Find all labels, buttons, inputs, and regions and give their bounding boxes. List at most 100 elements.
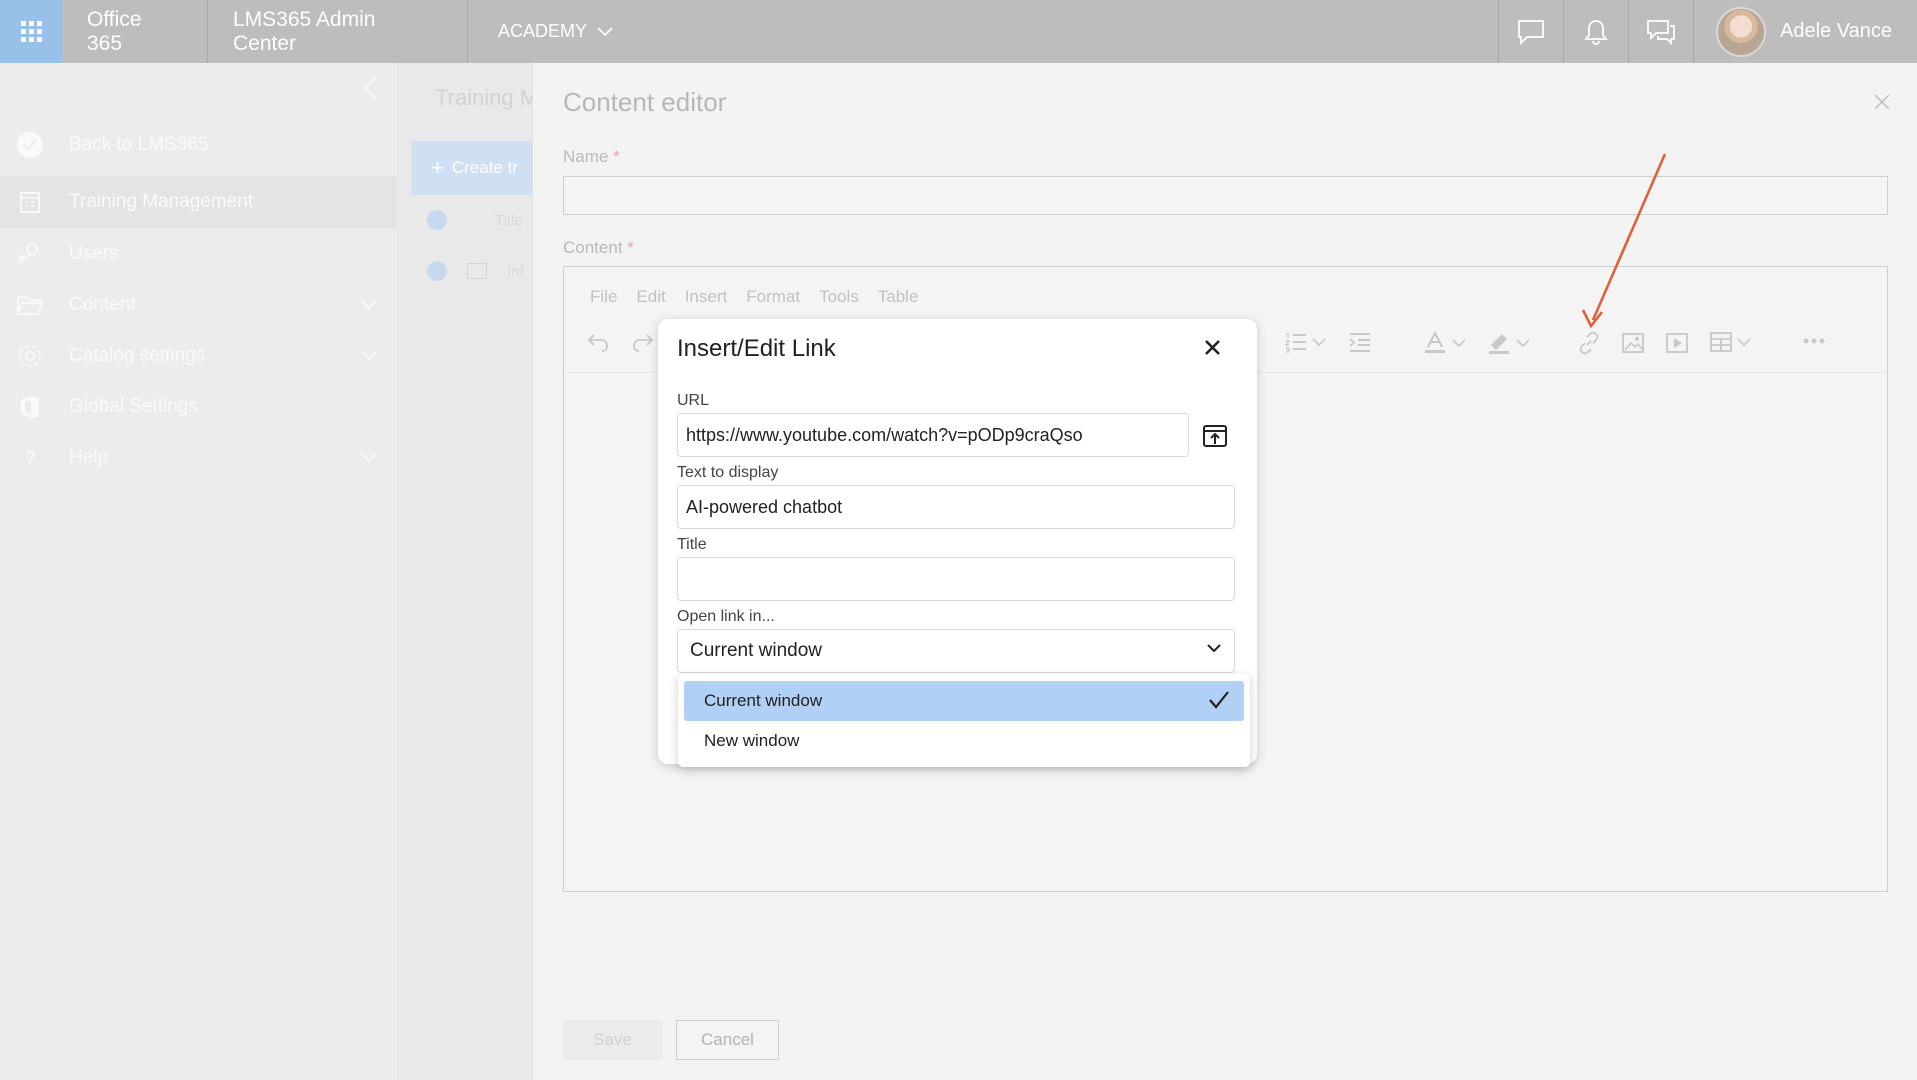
create-training-button[interactable]: + Create tr xyxy=(411,141,532,195)
chevron-down-icon xyxy=(597,26,613,36)
highlighter-icon xyxy=(1489,334,1509,354)
office-icon xyxy=(21,396,39,418)
notifications-button[interactable] xyxy=(1563,0,1628,63)
insert-link-button[interactable] xyxy=(1577,331,1601,355)
nav-catalog-settings[interactable]: Catalog settings xyxy=(0,330,397,382)
name-field[interactable] xyxy=(563,176,1888,215)
cancel-button[interactable]: Cancel xyxy=(676,1020,779,1060)
left-navigation: Back to LMS365 Training Management Users… xyxy=(0,63,397,1080)
user-name: Adele Vance xyxy=(1780,20,1892,42)
dialog-title: Insert/Edit Link xyxy=(677,335,836,362)
chat-button[interactable] xyxy=(1498,0,1563,63)
feedback-button[interactable] xyxy=(1628,0,1693,63)
insert-media-button[interactable] xyxy=(1665,331,1689,355)
chevron-down-icon xyxy=(361,351,377,361)
indent-button[interactable] xyxy=(1348,331,1372,353)
url-input[interactable]: https://www.youtube.com/watch?v=pODp9cra… xyxy=(677,413,1189,457)
chevron-down-icon xyxy=(1452,339,1466,348)
table-button[interactable] xyxy=(1709,331,1751,353)
link-icon xyxy=(1579,331,1599,355)
option-current-window[interactable]: Current window xyxy=(684,681,1244,721)
list-item-label: Inf xyxy=(507,262,524,280)
academy-dropdown[interactable]: ACADEMY xyxy=(468,0,638,63)
indent-icon xyxy=(1349,333,1370,352)
option-label: Current window xyxy=(704,691,823,710)
collapse-nav-icon[interactable] xyxy=(364,75,378,101)
avatar xyxy=(1716,6,1767,57)
open-link-in-select[interactable]: Current window xyxy=(677,629,1235,673)
text-to-display-label: Text to display xyxy=(677,464,779,481)
office365-link[interactable]: Office 365 xyxy=(62,0,208,63)
chevron-down-icon xyxy=(361,300,377,310)
check-icon xyxy=(427,261,447,281)
chevron-down-icon xyxy=(1737,338,1751,347)
nav-label: Help xyxy=(69,447,109,468)
text-to-display-input[interactable]: AI-powered chatbot xyxy=(677,485,1235,529)
menu-edit[interactable]: Edit xyxy=(636,287,665,307)
url-label: URL xyxy=(677,392,710,409)
more-options-button[interactable] xyxy=(1802,337,1826,345)
more-icon xyxy=(1803,338,1825,344)
gear-icon xyxy=(19,345,41,367)
close-icon[interactable] xyxy=(1204,339,1221,356)
page-title: Training M xyxy=(435,85,532,110)
undo-button[interactable] xyxy=(586,331,610,353)
chevron-down-icon xyxy=(1312,338,1326,347)
checkmark-icon xyxy=(1209,691,1229,709)
nav-training-management[interactable]: Training Management xyxy=(0,176,397,228)
list-item[interactable]: Inf xyxy=(427,261,524,281)
training-page-background: Training M + Create tr Title Inf xyxy=(397,63,532,1080)
nav-users[interactable]: Users xyxy=(0,228,397,280)
nav-help[interactable]: ? Help xyxy=(0,432,397,484)
nav-label: Training Management xyxy=(69,191,254,212)
calendar-icon xyxy=(20,192,40,213)
text-color-button[interactable] xyxy=(1422,331,1466,355)
save-button[interactable]: Save xyxy=(563,1020,662,1060)
nav-label: Global Settings xyxy=(69,396,198,417)
content-label: Content * xyxy=(563,238,634,257)
insert-image-button[interactable] xyxy=(1621,331,1645,355)
image-icon xyxy=(1622,333,1644,353)
menu-file[interactable]: File xyxy=(590,287,617,307)
highlight-color-button[interactable] xyxy=(1486,331,1530,355)
users-icon xyxy=(18,243,38,265)
menu-table[interactable]: Table xyxy=(878,287,919,307)
user-menu[interactable]: Adele Vance xyxy=(1693,0,1917,63)
admin-center-link[interactable]: LMS365 Admin Center xyxy=(208,0,468,63)
numbered-list-icon xyxy=(1284,333,1306,353)
nav-label: Users xyxy=(69,243,119,264)
academy-label: ACADEMY xyxy=(498,21,588,41)
text-color-icon xyxy=(1425,331,1445,353)
chevron-down-icon xyxy=(1516,339,1530,348)
browse-icon xyxy=(1203,425,1227,447)
browse-link-button[interactable] xyxy=(1198,419,1232,453)
admin-center-label: LMS365 Admin Center xyxy=(233,7,376,55)
option-new-window[interactable]: New window xyxy=(684,721,1244,761)
open-link-in-dropdown: Current window New window xyxy=(678,674,1250,767)
nav-label: Back to LMS365 xyxy=(69,134,209,155)
nav-back-to-lms365[interactable]: Back to LMS365 xyxy=(0,119,397,171)
close-icon[interactable] xyxy=(1873,93,1891,111)
menu-tools[interactable]: Tools xyxy=(819,287,859,307)
folder-icon xyxy=(17,296,44,315)
menu-insert[interactable]: Insert xyxy=(685,287,728,307)
redo-button[interactable] xyxy=(631,331,655,353)
list-item[interactable]: Title xyxy=(427,210,523,230)
nav-content[interactable]: Content xyxy=(0,279,397,331)
option-label: New window xyxy=(704,731,800,750)
redo-icon xyxy=(633,334,654,352)
check-circle-icon xyxy=(17,132,43,158)
nav-global-settings[interactable]: Global Settings xyxy=(0,381,397,433)
title-input[interactable] xyxy=(677,557,1235,601)
image-icon xyxy=(467,263,487,279)
menu-format[interactable]: Format xyxy=(746,287,800,307)
media-icon xyxy=(1666,333,1688,353)
nav-label: Catalog settings xyxy=(69,345,206,366)
numbered-list-button[interactable] xyxy=(1284,331,1326,353)
waffle-icon xyxy=(20,21,42,42)
editor-menubar: File Edit Insert Format Tools Table xyxy=(590,287,918,307)
app-launcher-button[interactable] xyxy=(0,0,62,63)
top-bar: Office 365 LMS365 Admin Center ACADEMY A… xyxy=(0,0,1917,63)
nav-label: Content xyxy=(69,294,136,315)
name-label: Name * xyxy=(563,147,620,166)
